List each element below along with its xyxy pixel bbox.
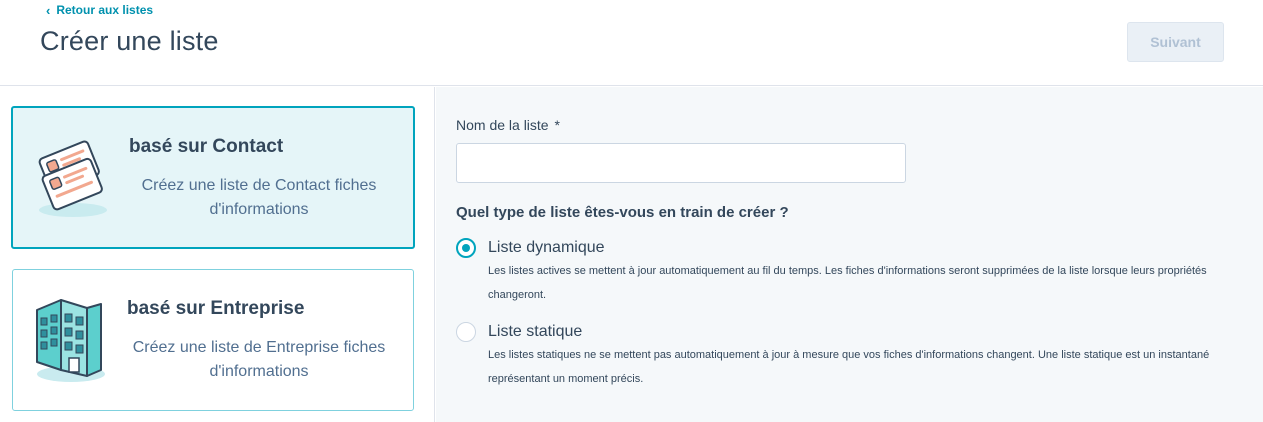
dynamic-list-radio[interactable] xyxy=(456,238,476,258)
page-header: ‹ Retour aux listes Créer une liste Suiv… xyxy=(0,0,1263,86)
page-title: Créer une liste xyxy=(40,26,219,56)
list-name-label-text: Nom de la liste xyxy=(456,117,549,133)
static-list-radio[interactable] xyxy=(456,322,476,342)
company-card-description: Créez une liste de Entreprise fiches d'i… xyxy=(132,339,386,380)
required-marker: * xyxy=(554,117,560,133)
next-button[interactable]: Suivant xyxy=(1127,22,1224,62)
list-name-input[interactable] xyxy=(456,143,906,183)
dynamic-list-label[interactable]: Liste dynamique xyxy=(488,239,605,257)
static-list-help: Les listes statiques ne se mettent pas a… xyxy=(488,349,1210,385)
building-icon xyxy=(29,292,109,389)
object-type-pane: basé sur Contact Créez une liste de Cont… xyxy=(0,87,435,422)
company-card-title: basé sur Entreprise xyxy=(127,298,305,319)
list-type-question: Quel type de liste êtes-vous en train de… xyxy=(456,204,789,221)
contact-card-description: Créez une liste de Contact fiches d'info… xyxy=(141,177,377,218)
list-name-label: Nom de la liste * xyxy=(456,117,560,133)
contact-card-title: basé sur Contact xyxy=(129,136,284,157)
company-based-card[interactable]: basé sur Entreprise Créez une liste de E… xyxy=(12,269,414,411)
contact-based-card[interactable]: basé sur Contact Créez une liste de Cont… xyxy=(11,106,415,249)
static-list-label[interactable]: Liste statique xyxy=(488,323,582,341)
contact-cards-icon xyxy=(33,134,113,225)
back-link-label: Retour aux listes xyxy=(56,3,154,17)
dynamic-list-help: Les listes actives se mettent à jour aut… xyxy=(488,265,1207,301)
back-to-lists-link[interactable]: ‹ Retour aux listes xyxy=(46,3,153,17)
chevron-left-icon: ‹ xyxy=(46,2,51,18)
